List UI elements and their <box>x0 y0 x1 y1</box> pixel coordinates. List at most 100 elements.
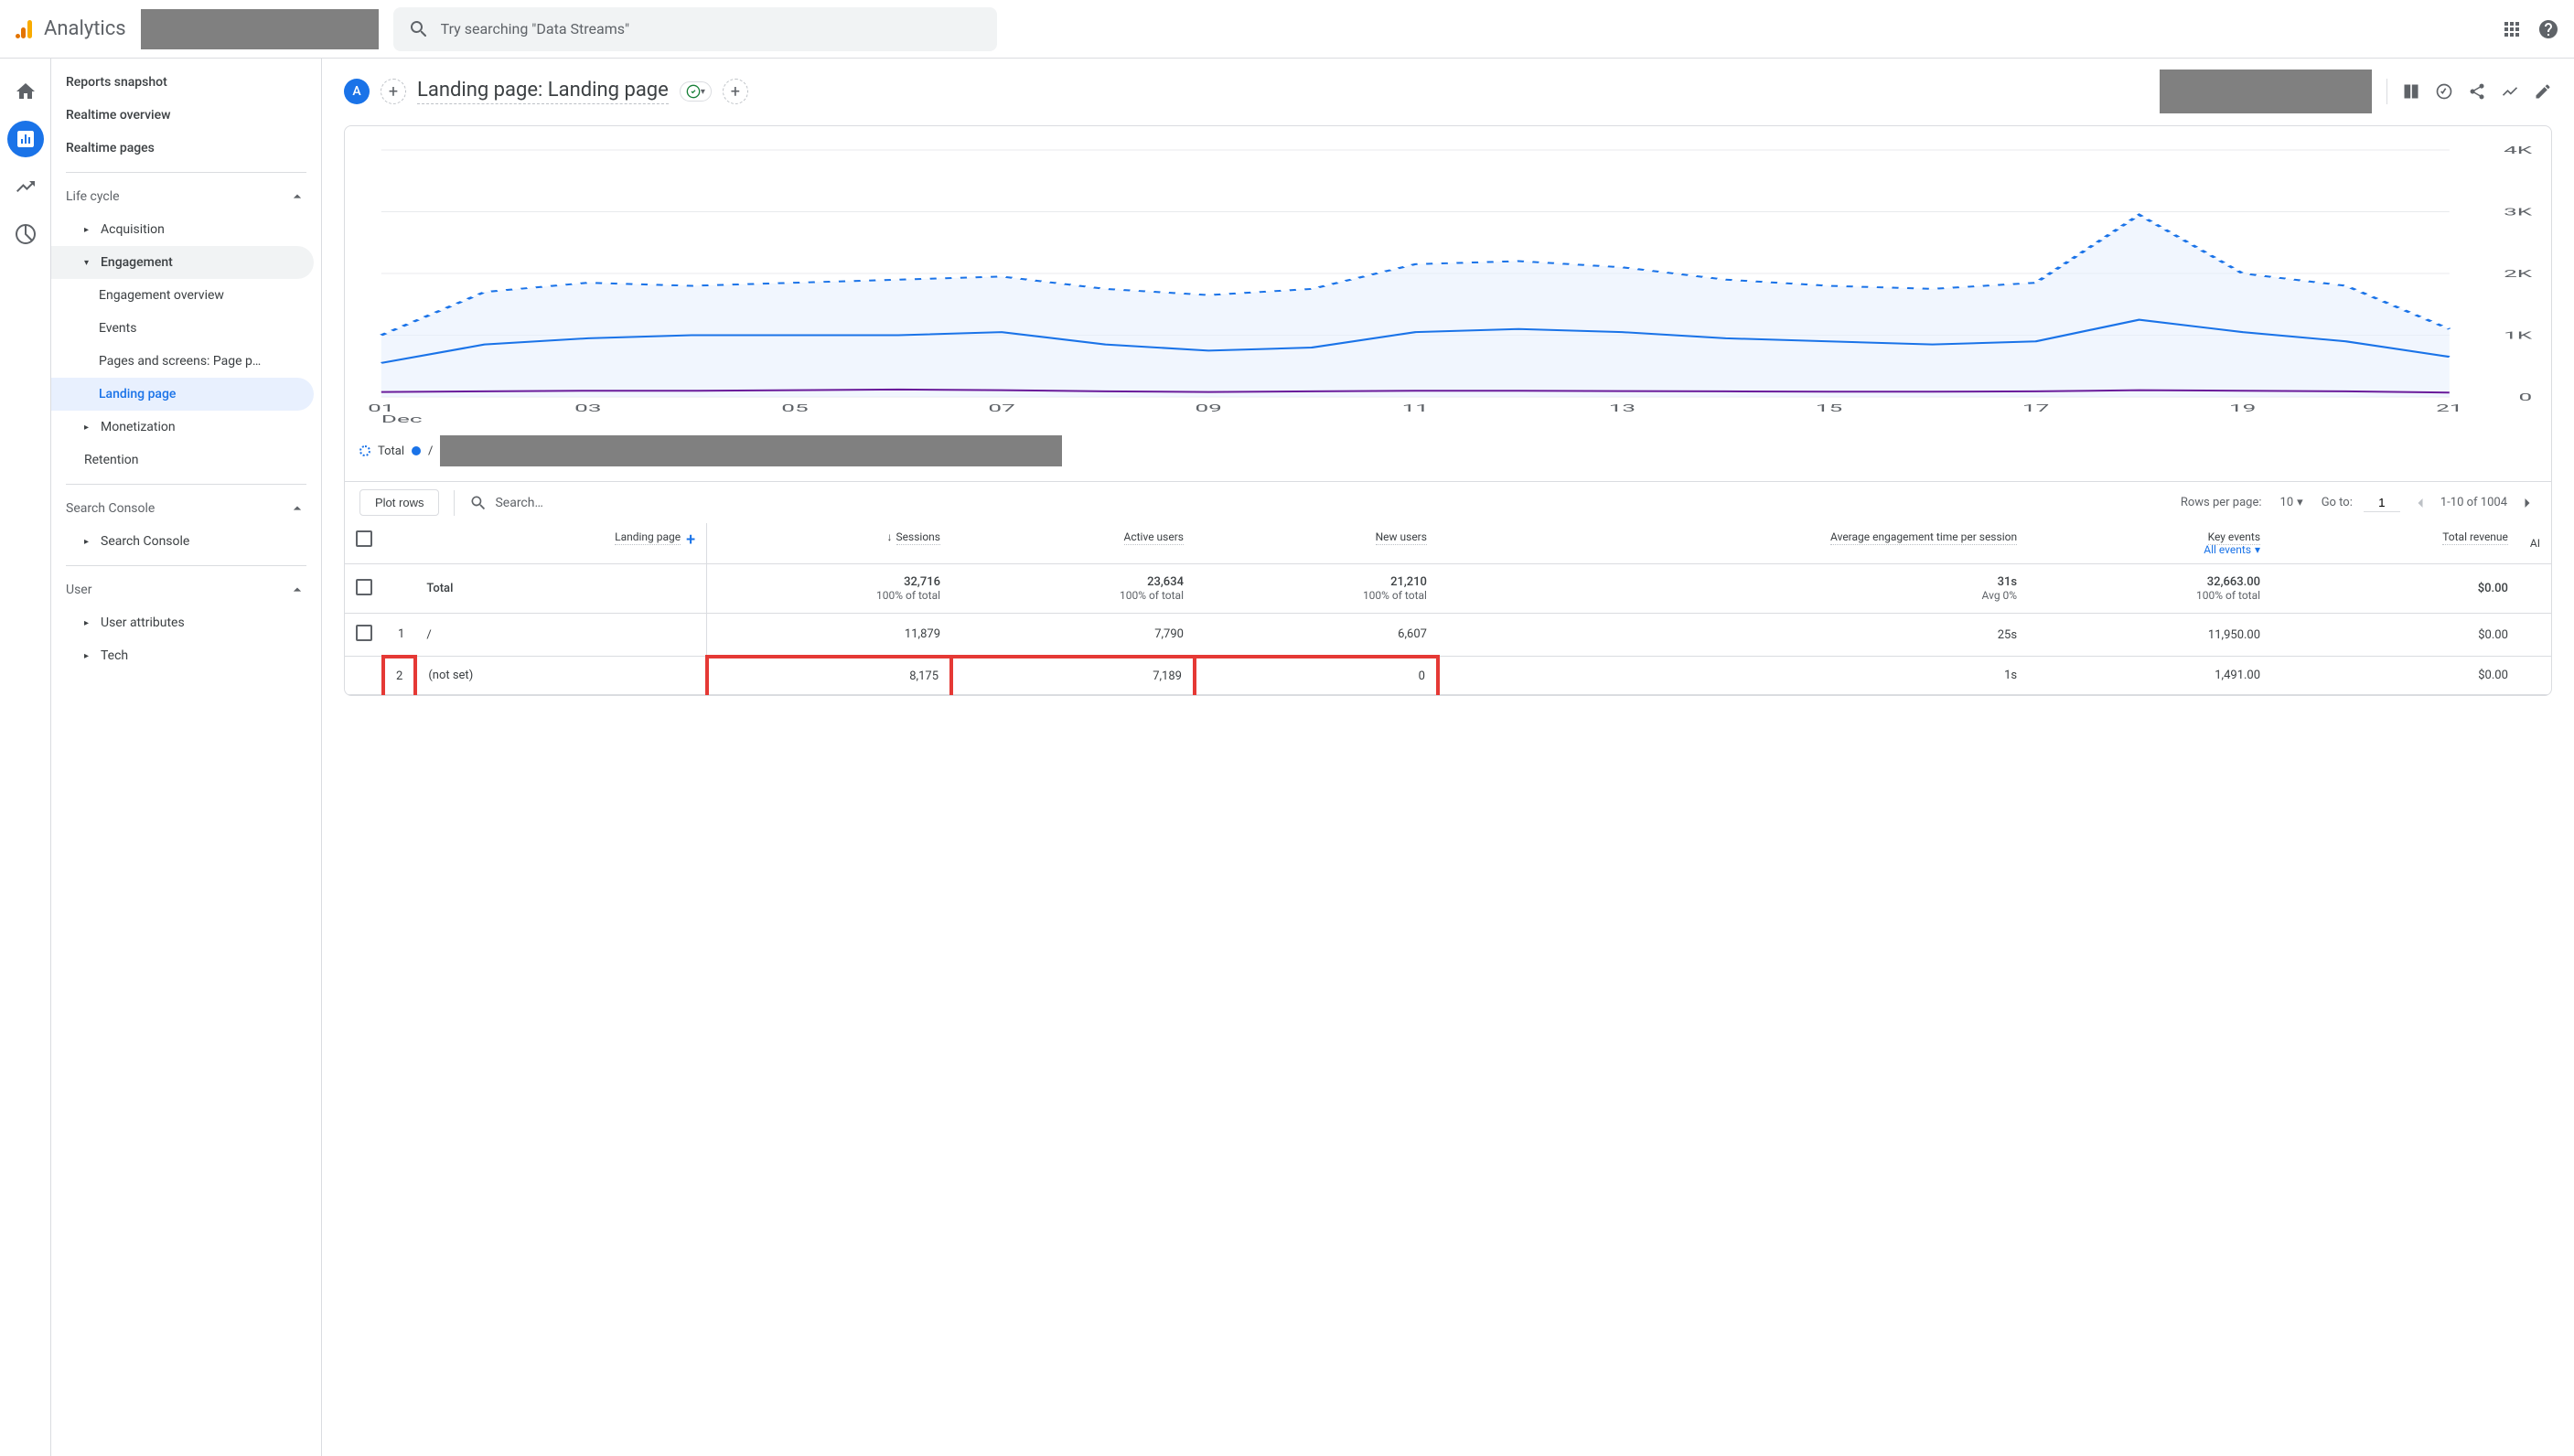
sidebar-retention[interactable]: Retention <box>51 444 321 476</box>
legend-total-marker <box>359 445 370 456</box>
rows-per-page-label: Rows per page: <box>2181 496 2262 509</box>
data-table: Landing page + ↓Sessions Active users Ne… <box>345 523 2551 695</box>
goto-label: Go to: <box>2322 496 2353 509</box>
line-chart: 01K2K3K4K0103050709111315171921Dec <box>359 141 2536 424</box>
sidebar-user-attributes[interactable]: ▸User attributes <box>51 606 321 639</box>
chart-area: 01K2K3K4K0103050709111315171921Dec <box>345 126 2551 428</box>
row-checkbox[interactable] <box>356 579 372 595</box>
caret-down-icon: ▾ <box>701 87 705 97</box>
select-all-checkbox[interactable] <box>356 530 372 547</box>
sidebar-engagement[interactable]: ▾Engagement <box>51 246 314 279</box>
date-range-redacted[interactable] <box>2160 70 2372 113</box>
sidebar-realtime-pages[interactable]: Realtime pages <box>51 132 321 165</box>
content-header: A + Landing page: Landing page ▾ + <box>322 59 2574 125</box>
svg-text:0: 0 <box>2519 391 2533 403</box>
divider <box>2386 79 2387 104</box>
svg-text:2K: 2K <box>2504 268 2533 280</box>
sidebar-search-console-item[interactable]: ▸Search Console <box>51 525 321 558</box>
nav-rail <box>0 59 51 1456</box>
svg-text:21: 21 <box>2436 402 2462 414</box>
plot-rows-button[interactable]: Plot rows <box>359 489 439 516</box>
svg-text:3K: 3K <box>2504 206 2533 218</box>
rail-reports[interactable] <box>7 121 44 157</box>
svg-text:13: 13 <box>1609 402 1636 414</box>
content-body: 01K2K3K4K0103050709111315171921Dec Total… <box>322 125 2574 1456</box>
col-revenue[interactable]: Total revenue <box>2442 530 2508 545</box>
rail-home[interactable] <box>7 73 44 110</box>
rows-per-page-select[interactable]: 10 ▾ <box>2273 492 2311 513</box>
logo[interactable]: Analytics <box>15 17 126 40</box>
add-segment-button[interactable]: + <box>381 79 406 104</box>
segment-avatar[interactable]: A <box>344 79 370 104</box>
legend-redacted <box>440 435 1062 466</box>
sidebar-tech[interactable]: ▸Tech <box>51 639 321 672</box>
insights-icon[interactable] <box>2435 82 2453 101</box>
trend-icon[interactable] <box>2501 82 2519 101</box>
search-placeholder: Try searching "Data Streams" <box>441 20 630 37</box>
share-icon[interactable] <box>2468 82 2486 101</box>
main-layout: Reports snapshot Realtime overview Realt… <box>0 59 2574 1456</box>
status-badge[interactable]: ▾ <box>680 81 712 102</box>
apps-icon[interactable] <box>2501 18 2523 40</box>
sidebar-reports-snapshot[interactable]: Reports snapshot <box>51 66 321 99</box>
edit-icon[interactable] <box>2534 82 2552 101</box>
ai-label[interactable]: AI <box>2530 537 2540 550</box>
svg-text:07: 07 <box>988 402 1014 414</box>
sidebar-landing-page[interactable]: Landing page <box>51 378 314 411</box>
search-icon <box>408 18 430 40</box>
svg-text:1K: 1K <box>2504 329 2533 341</box>
app-name: Analytics <box>44 17 126 40</box>
svg-text:09: 09 <box>1195 402 1221 414</box>
col-active-users[interactable]: Active users <box>1124 530 1184 545</box>
svg-text:4K: 4K <box>2504 145 2533 156</box>
sidebar-acquisition[interactable]: ▸Acquisition <box>51 213 321 246</box>
legend-total-label: Total <box>378 444 404 458</box>
col-sessions[interactable]: Sessions <box>896 530 940 545</box>
col-avg-engagement[interactable]: Average engagement time per session <box>1830 530 2017 545</box>
svg-text:Dec: Dec <box>381 413 423 424</box>
top-right-controls <box>2501 18 2559 40</box>
sidebar-realtime-overview[interactable]: Realtime overview <box>51 99 321 132</box>
check-circle-icon <box>686 84 701 99</box>
table-total-row: Total 32,716100% of total 23,634100% of … <box>345 564 2551 614</box>
svg-text:03: 03 <box>574 402 601 414</box>
chart-legend: Total / <box>345 428 2551 482</box>
prev-page-icon[interactable] <box>2411 494 2429 512</box>
report-card: 01K2K3K4K0103050709111315171921Dec Total… <box>344 125 2552 696</box>
sidebar-section-search-console[interactable]: Search Console <box>51 492 321 525</box>
legend-slash-label: / <box>428 444 433 458</box>
rail-explore[interactable] <box>7 168 44 205</box>
rail-advertising[interactable] <box>7 216 44 252</box>
sidebar-pages-screens[interactable]: Pages and screens: Page p… <box>51 345 321 378</box>
svg-text:05: 05 <box>781 402 808 414</box>
svg-text:19: 19 <box>2229 402 2256 414</box>
goto-input[interactable] <box>2364 494 2400 512</box>
page-title[interactable]: Landing page: Landing page <box>417 79 669 104</box>
sidebar-events[interactable]: Events <box>51 312 321 345</box>
sidebar-engagement-overview[interactable]: Engagement overview <box>51 279 321 312</box>
sidebar-monetization[interactable]: ▸Monetization <box>51 411 321 444</box>
sidebar-section-lifecycle[interactable]: Life cycle <box>51 180 321 213</box>
col-landing-page[interactable]: Landing page <box>615 530 681 545</box>
table-row[interactable]: 1 / 11,879 7,790 6,607 25s 11,950.00 $0.… <box>345 614 2551 657</box>
legend-slash-marker <box>412 446 421 455</box>
divider <box>66 565 306 566</box>
sidebar-section-user[interactable]: User <box>51 573 321 606</box>
row-checkbox[interactable] <box>356 625 372 641</box>
compare-icon[interactable] <box>2402 82 2420 101</box>
table-row[interactable]: 2 (not set) 8,175 7,189 0 1s 1,491.00 $0… <box>345 657 2551 695</box>
key-events-filter[interactable]: All events▾ <box>2039 543 2260 556</box>
next-page-icon[interactable] <box>2518 494 2536 512</box>
help-icon[interactable] <box>2537 18 2559 40</box>
add-dimension-button[interactable]: + <box>723 79 748 104</box>
table-toolbar: Plot rows Search… Rows per page: 10 ▾ Go… <box>345 482 2551 523</box>
table-search-placeholder: Search… <box>495 496 542 510</box>
col-new-users[interactable]: New users <box>1376 530 1427 545</box>
caret-down-icon: ▾ <box>2297 496 2303 509</box>
table-search[interactable]: Search… <box>469 494 707 512</box>
search-bar[interactable]: Try searching "Data Streams" <box>393 7 997 51</box>
property-selector-redacted[interactable] <box>141 9 379 49</box>
svg-text:15: 15 <box>1816 402 1842 414</box>
add-dimension-icon[interactable]: + <box>686 530 695 550</box>
top-bar: Analytics Try searching "Data Streams" <box>0 0 2574 59</box>
